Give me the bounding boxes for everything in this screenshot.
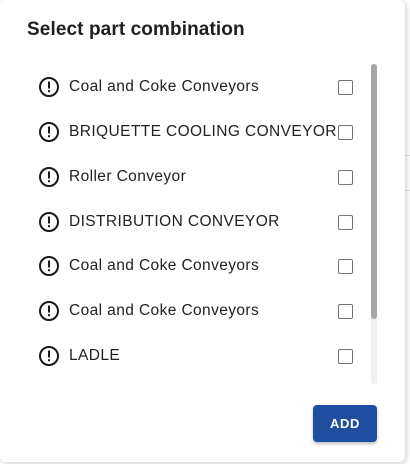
select-part-combination-dialog: Select part combination Coal and Coke Co… [0,0,405,462]
list-item-label: Coal and Coke Conveyors [69,78,260,95]
list-item[interactable]: LADLE [24,334,369,378]
part-combination-list[interactable]: Coal and Coke Conveyors BRIQUETTE COOLIN… [24,64,369,384]
list-scrollbar-thumb[interactable] [371,64,377,319]
list-item[interactable]: Coal and Coke Conveyors [24,65,369,109]
list-item[interactable]: Roller Conveyor [24,155,369,199]
exclamation-circle-icon [38,166,60,188]
list-item-checkbox[interactable] [338,214,353,230]
exclamation-circle-icon [38,121,60,143]
list-item-label: LADLE [69,347,121,364]
list-item-label: Roller Conveyor [69,168,187,185]
list-item[interactable]: Coal and Coke Conveyors [24,244,369,288]
exclamation-circle-icon [38,345,60,367]
exclamation-circle-icon [38,255,60,277]
list-item-checkbox[interactable] [338,348,353,364]
list-item-checkbox[interactable] [338,79,353,95]
exclamation-circle-icon [38,211,60,233]
list-item-label: Coal and Coke Conveyors [69,302,260,319]
list-item-checkbox[interactable] [338,258,353,274]
list-item-checkbox[interactable] [338,303,353,319]
list-item[interactable]: DISTRIBUTION CONVEYOR [24,200,369,244]
exclamation-circle-icon [38,300,60,322]
list-item-checkbox[interactable] [338,169,353,185]
add-button[interactable]: ADD [313,405,377,442]
list-item[interactable]: Coal and Coke Conveyors [24,289,369,333]
list-item-label: BRIQUETTE COOLING CONVEYOR [69,123,337,140]
list-item-label: DISTRIBUTION CONVEYOR [69,213,280,230]
list-item-label: Coal and Coke Conveyors [69,257,260,274]
list-scrollbar[interactable] [371,64,377,384]
list-item-checkbox[interactable] [338,124,353,140]
list-item[interactable]: BRIQUETTE COOLING CONVEYOR [24,110,369,154]
dialog-title: Select part combination [27,19,245,40]
exclamation-circle-icon [38,76,60,98]
